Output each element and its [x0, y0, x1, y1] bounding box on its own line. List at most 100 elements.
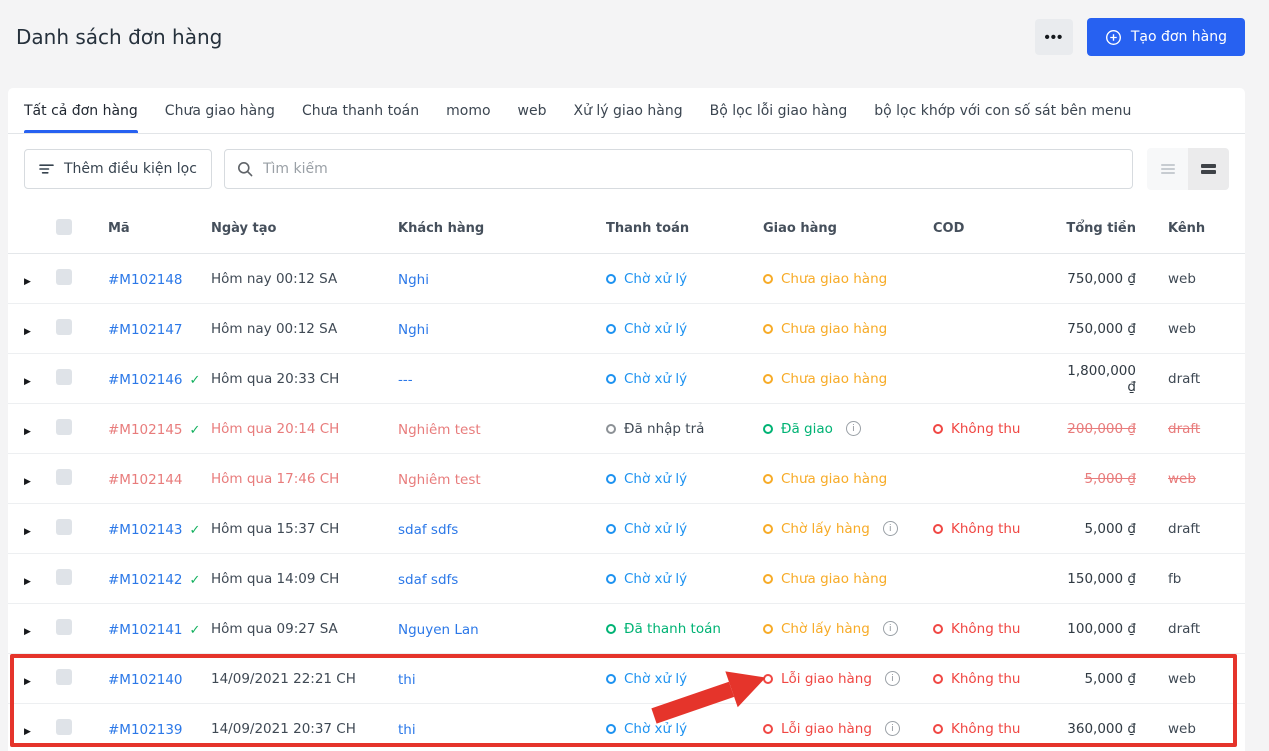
expand-caret-icon[interactable]: ▶ [24, 577, 31, 587]
status-circle-icon [763, 573, 773, 584]
order-code-link[interactable]: #M102140 [108, 672, 183, 688]
row-checkbox[interactable] [56, 368, 72, 385]
status-circle-icon [763, 273, 773, 284]
tab-all-orders[interactable]: Tất cả đơn hàng [24, 88, 138, 133]
expand-caret-icon[interactable]: ▶ [24, 477, 31, 487]
order-code-link[interactable]: #M102139 [108, 722, 183, 738]
expand-caret-icon[interactable]: ▶ [24, 377, 31, 387]
status-circle-icon [606, 573, 616, 584]
status-circle-icon [763, 673, 773, 684]
expand-caret-icon[interactable]: ▶ [24, 677, 31, 687]
customer-link[interactable]: Nguyen Lan [398, 622, 479, 638]
list-view-button[interactable] [1147, 148, 1188, 190]
customer-link[interactable]: Nghiêm test [398, 472, 481, 488]
shipping-status: Lỗi giao hàng i [763, 721, 933, 737]
order-channel: draft [1168, 420, 1201, 437]
tab-web[interactable]: web [518, 88, 547, 133]
info-icon[interactable]: i [882, 621, 898, 636]
table-row[interactable]: ▶ #M102139✓ 14/09/2021 20:37 CH thi Chờ … [8, 704, 1245, 751]
table-row[interactable]: ▶ #M102147✓ Hôm nay 00:12 SA Nghi Chờ xử… [8, 304, 1245, 354]
verified-check-icon: ✓ [189, 573, 201, 588]
table-row[interactable]: ▶ #M102143 ✓ Hôm qua 15:37 CH sdaf sdfs C… [8, 504, 1245, 554]
expand-caret-icon[interactable]: ▶ [24, 727, 31, 737]
create-order-button[interactable]: Tạo đơn hàng [1086, 18, 1245, 56]
customer-link[interactable]: Nghiêm test [398, 422, 481, 438]
table-row[interactable]: ▶ #M102144✓ Hôm qua 17:46 CH Nghiêm test… [8, 454, 1245, 504]
search-input[interactable] [262, 161, 1120, 177]
customer-link[interactable]: thi [398, 672, 416, 688]
order-code-link[interactable]: #M102145 [108, 422, 183, 438]
info-icon[interactable]: i [882, 521, 898, 536]
row-checkbox[interactable] [56, 718, 72, 735]
customer-link[interactable]: Nghi [398, 272, 429, 288]
search-box[interactable] [223, 149, 1133, 189]
table-row[interactable]: ▶ #M102140✓ 14/09/2021 22:21 CH thi Chờ … [8, 654, 1245, 704]
order-code-link[interactable]: #M102142 [108, 572, 183, 588]
tab-not-shipped[interactable]: Chưa giao hàng [165, 88, 275, 133]
order-code-link[interactable]: #M102144 [108, 472, 183, 488]
order-channel: web [1168, 720, 1196, 737]
row-checkbox[interactable] [56, 518, 72, 535]
table-header: Mã Ngày tạo Khách hàng Thanh toán Giao h… [8, 204, 1245, 254]
tab-momo[interactable]: momo [446, 88, 490, 133]
header-actions: ••• Tạo đơn hàng [1034, 18, 1245, 56]
row-checkbox[interactable] [56, 618, 72, 635]
col-total: Tổng tiền [1066, 221, 1136, 236]
more-actions-button[interactable]: ••• [1034, 19, 1073, 55]
payment-status: Đã nhập trả [606, 421, 763, 437]
expand-caret-icon[interactable]: ▶ [24, 527, 31, 537]
tab-bar: Tất cả đơn hàng Chưa giao hàng Chưa than… [8, 88, 1245, 134]
add-filter-button[interactable]: Thêm điều kiện lọc [24, 149, 212, 189]
expand-caret-icon[interactable]: ▶ [24, 627, 31, 637]
status-circle-icon [606, 623, 616, 634]
order-code-link[interactable]: #M102148 [108, 272, 183, 288]
order-channel: draft [1168, 520, 1201, 537]
col-payment: Thanh toán [606, 221, 690, 236]
created-date: Hôm qua 17:46 CH [211, 470, 340, 487]
table-row[interactable]: ▶ #M102141 ✓ Hôm qua 09:27 SA Nguyen Lan … [8, 604, 1245, 654]
row-checkbox[interactable] [56, 468, 72, 485]
order-total: 5,000 ₫ [1084, 470, 1136, 487]
info-icon[interactable]: i [845, 421, 861, 436]
customer-link[interactable]: Nghi [398, 322, 429, 338]
dense-view-button[interactable] [1188, 148, 1229, 190]
tab-not-paid[interactable]: Chưa thanh toán [302, 88, 419, 133]
plus-circle-icon [1105, 29, 1121, 45]
tab-menu-matching-filter[interactable]: bộ lọc khớp với con số sát bên menu [874, 88, 1131, 133]
shipping-status: Đã giao i [763, 421, 933, 437]
order-code-link[interactable]: #M102146 [108, 372, 183, 388]
info-icon[interactable]: i [884, 671, 900, 686]
order-code-link[interactable]: #M102141 [108, 622, 183, 638]
search-icon [237, 162, 253, 177]
status-circle-icon [763, 723, 773, 734]
status-circle-icon [763, 473, 773, 484]
table-row[interactable]: ▶ #M102148✓ Hôm nay 00:12 SA Nghi Chờ xử… [8, 254, 1245, 304]
row-checkbox[interactable] [56, 668, 72, 685]
tab-shipping-error-filter[interactable]: Bộ lọc lỗi giao hàng [710, 88, 848, 133]
customer-link[interactable]: thi [398, 722, 416, 738]
status-circle-icon [933, 523, 943, 534]
row-checkbox[interactable] [56, 318, 72, 335]
col-code: Mã [108, 221, 130, 236]
info-icon[interactable]: i [884, 721, 900, 736]
select-all-checkbox[interactable] [56, 218, 72, 235]
order-code-link[interactable]: #M102147 [108, 322, 183, 338]
row-checkbox[interactable] [56, 268, 72, 285]
order-total: 200,000 ₫ [1067, 420, 1136, 437]
order-code-link[interactable]: #M102143 [108, 522, 183, 538]
expand-caret-icon[interactable]: ▶ [24, 427, 31, 437]
expand-caret-icon[interactable]: ▶ [24, 327, 31, 337]
customer-link[interactable]: sdaf sdfs [398, 572, 458, 588]
customer-link[interactable]: --- [398, 372, 413, 388]
table-row[interactable]: ▶ #M102142 ✓ Hôm qua 14:09 CH sdaf sdfs C… [8, 554, 1245, 604]
expand-caret-icon[interactable]: ▶ [24, 277, 31, 287]
customer-link[interactable]: sdaf sdfs [398, 522, 458, 538]
tab-shipping-processing[interactable]: Xử lý giao hàng [574, 88, 683, 133]
row-checkbox[interactable] [56, 418, 72, 435]
order-list-screen: Danh sách đơn hàng ••• Tạo đơn hàng Tất … [0, 0, 1269, 751]
table-row[interactable]: ▶ #M102146 ✓ Hôm qua 20:33 CH --- Chờ xử … [8, 354, 1245, 404]
table-row[interactable]: ▶ #M102145 ✓ Hôm qua 20:14 CH Nghiêm test… [8, 404, 1245, 454]
row-checkbox[interactable] [56, 568, 72, 585]
status-circle-icon [763, 423, 773, 434]
payment-status: Chờ xử lý [606, 471, 763, 487]
